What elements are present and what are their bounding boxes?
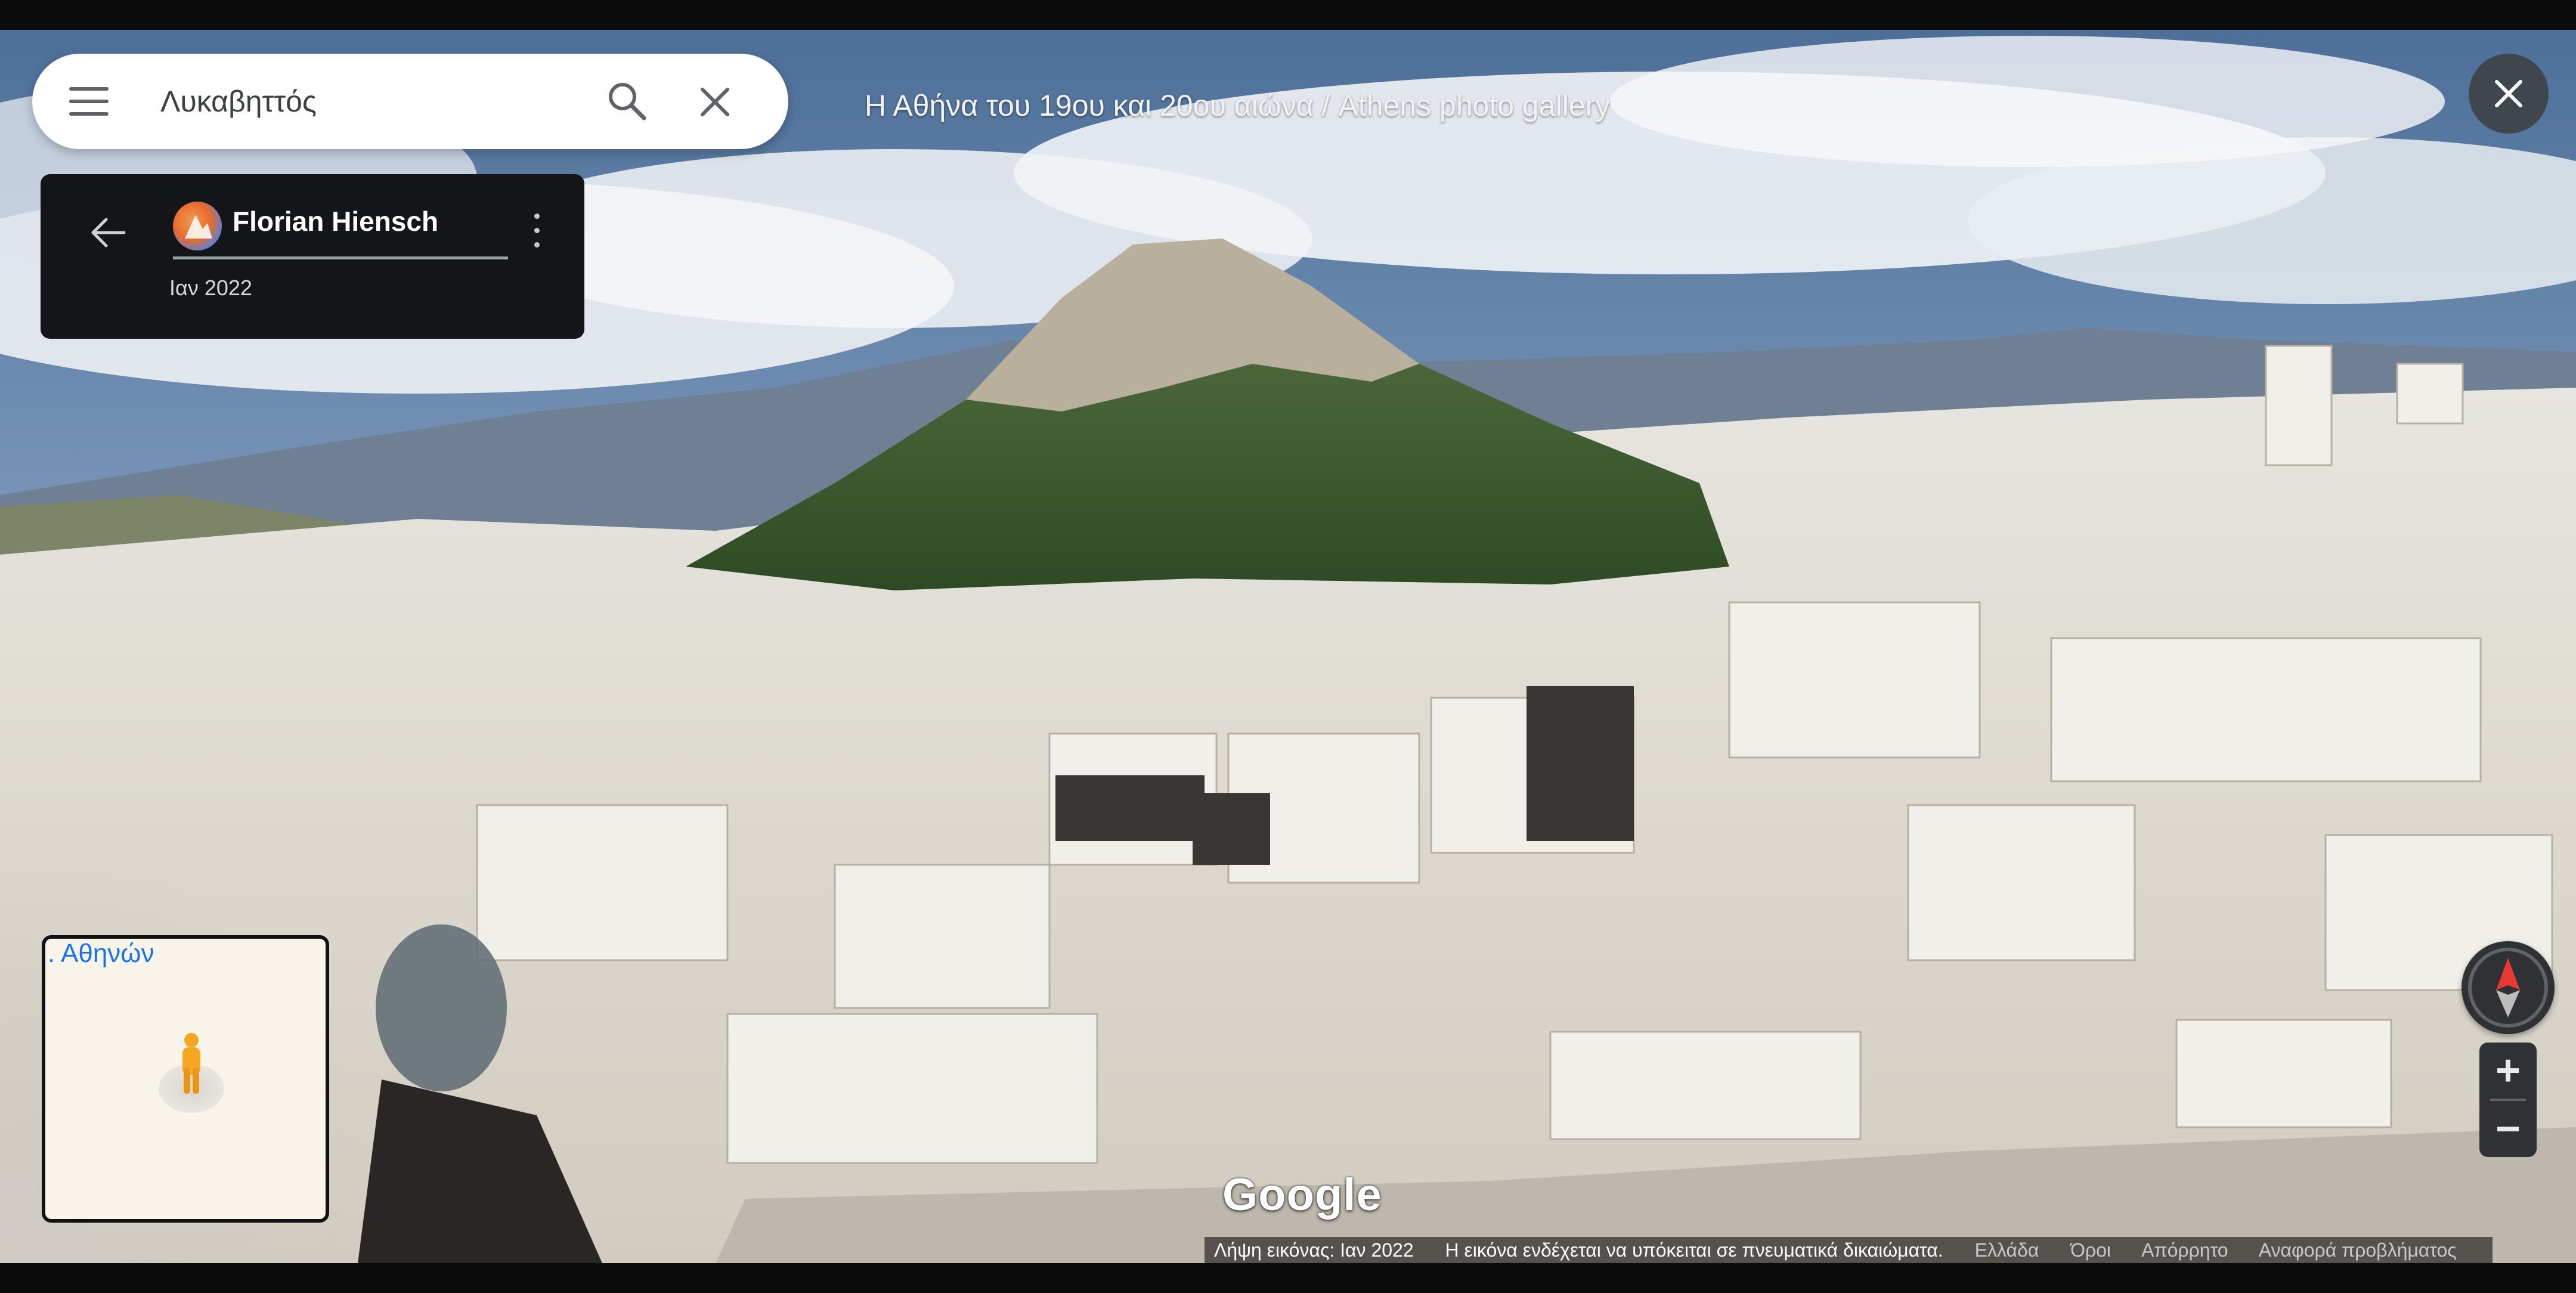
copyright-notice: Η εικόνα ενδέχεται να υπόκειται σε πνευμ… xyxy=(1445,1239,1943,1261)
menu-icon[interactable] xyxy=(69,83,111,119)
author-underline xyxy=(173,256,508,259)
minus-icon: − xyxy=(2495,1105,2521,1153)
zoom-control: + − xyxy=(2479,1043,2537,1157)
search-input[interactable]: Λυκαβηττός xyxy=(160,76,317,126)
plus-icon: + xyxy=(2495,1047,2521,1094)
privacy-link[interactable]: Απόρρητο xyxy=(2141,1239,2228,1261)
photo-date: Ιαν 2022 xyxy=(169,276,252,300)
terms-link[interactable]: Όροι xyxy=(2070,1239,2111,1261)
attribution-footer: Λήψη εικόνας: Ιαν 2022 Η εικόνα ενδέχετα… xyxy=(1205,1237,2493,1263)
compass-button[interactable] xyxy=(2462,941,2555,1034)
gallery-title[interactable]: Η Αθήνα του 19ου και 20ου αιώνα / Athens… xyxy=(865,88,1610,123)
street-view-screen: Λυκαβηττός Η Αθήνα του 19ου και 20ου αιώ… xyxy=(0,0,2576,1293)
more-vert-icon[interactable] xyxy=(525,208,549,255)
search-icon[interactable] xyxy=(605,79,650,124)
close-viewer-button[interactable] xyxy=(2469,54,2549,134)
compass-icon xyxy=(2468,948,2548,1028)
author-name-link[interactable]: Florian Hiensch xyxy=(233,205,438,237)
capture-date: Λήψη εικόνας: Ιαν 2022 xyxy=(1214,1239,1414,1261)
close-icon[interactable] xyxy=(694,81,736,123)
google-logo: Google xyxy=(1222,1170,1382,1220)
search-box[interactable]: Λυκαβηττός xyxy=(32,54,788,149)
close-icon xyxy=(2495,80,2522,107)
report-problem-link[interactable]: Αναφορά προβλήματος xyxy=(2259,1239,2457,1261)
minimap[interactable]: . Αθηνών xyxy=(42,935,329,1223)
minimap-place-label: . Αθηνών xyxy=(48,939,154,968)
zoom-out-button[interactable]: − xyxy=(2479,1101,2537,1157)
arrow-back-icon[interactable] xyxy=(85,209,132,256)
photo-author-card: Florian Hiensch Ιαν 2022 xyxy=(41,174,584,339)
zoom-in-button[interactable]: + xyxy=(2479,1043,2537,1099)
pegman-icon[interactable] xyxy=(178,1032,205,1097)
bottom-letterbox xyxy=(0,1263,2576,1293)
top-letterbox xyxy=(0,0,2576,30)
avatar[interactable] xyxy=(173,202,222,250)
country-link[interactable]: Ελλάδα xyxy=(1975,1239,2039,1261)
